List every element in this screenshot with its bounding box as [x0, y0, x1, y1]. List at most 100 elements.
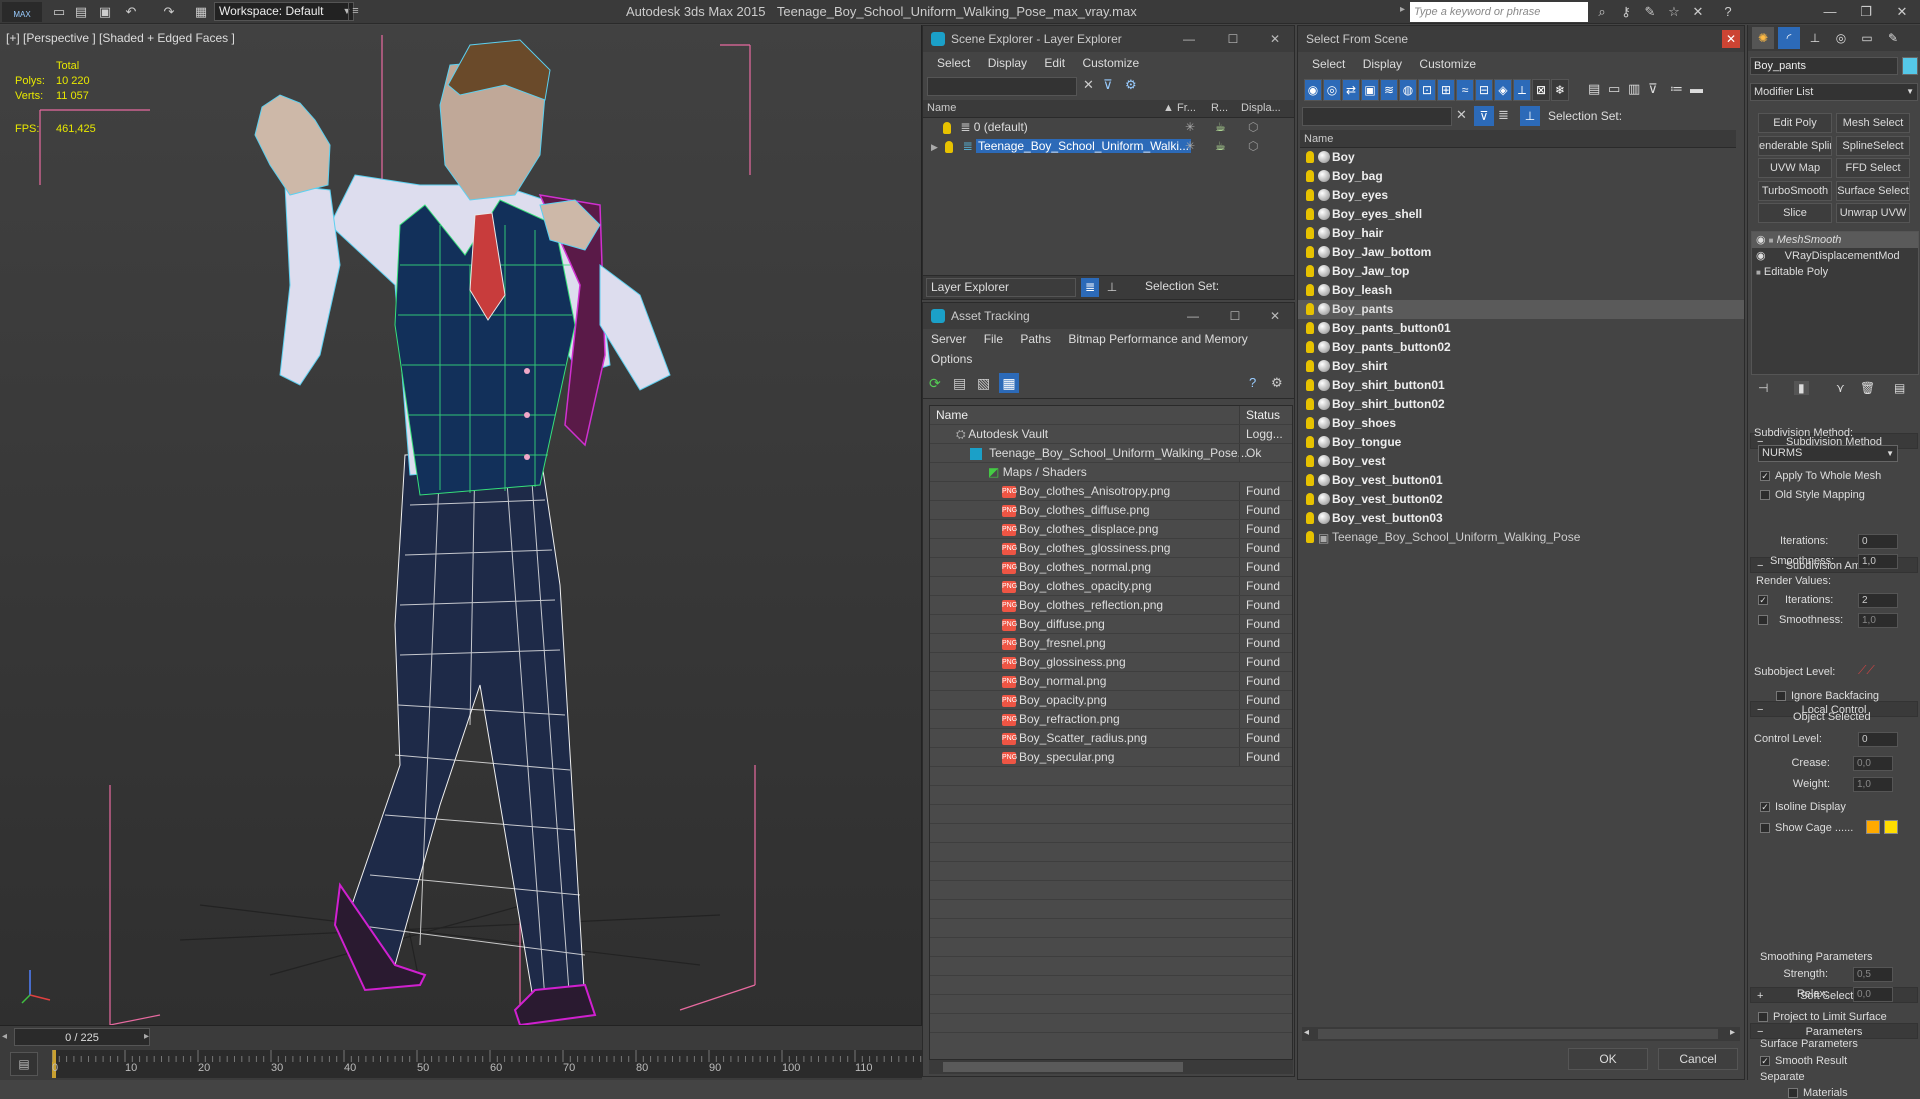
lightbulb-icon[interactable] [1306, 303, 1314, 315]
object-row[interactable]: Boy_vest_button02 [1298, 490, 1744, 509]
minimize-icon[interactable]: — [1812, 0, 1848, 24]
spacewarps-filter-icon[interactable]: ≈ [1456, 79, 1474, 101]
render-icon[interactable]: ☕ [1215, 137, 1226, 156]
geometry-filter-icon[interactable]: ▣ [1361, 79, 1379, 101]
asset-row[interactable]: PNG Boy_fresnel.png Found [930, 634, 1292, 653]
asset-row[interactable]: PNG Boy_clothes_diffuse.png Found [930, 501, 1292, 520]
lightbulb-icon[interactable] [1306, 360, 1314, 372]
lightbulb-icon[interactable] [1306, 531, 1314, 543]
chevron-right-icon[interactable]: ▸ [144, 1028, 154, 1046]
column-name[interactable]: Name [927, 102, 956, 114]
asset-row[interactable]: PNG Boy_clothes_Anisotropy.png Found [930, 482, 1292, 501]
invert-icon[interactable]: ⇄ [1342, 79, 1360, 101]
menu-select[interactable]: Select [937, 56, 970, 70]
layer-row[interactable]: ▶ ≣ Teenage_Boy_School_Uniform_Walki... … [923, 137, 1294, 156]
xrefs-filter-icon[interactable]: ◈ [1494, 79, 1512, 101]
modifier-button[interactable]: Edit Poly [1758, 113, 1832, 133]
save-file-icon[interactable]: ▣ [96, 3, 114, 21]
modifier-button[interactable]: Mesh Select [1836, 113, 1910, 133]
shapes-filter-icon[interactable]: ≋ [1380, 79, 1398, 101]
horizontal-scrollbar[interactable]: ◂ ▸ [1302, 1027, 1740, 1041]
checkbox-checked[interactable]: ✓ [1760, 802, 1770, 813]
menu-select[interactable]: Select [1312, 57, 1345, 71]
configure-modifier-icon[interactable]: ▤ [1894, 381, 1905, 395]
menu-customize[interactable]: Customize [1419, 57, 1476, 71]
close-x-icon[interactable]: ✕ [1688, 3, 1708, 21]
object-row[interactable]: Boy_pants_button01 [1298, 319, 1744, 338]
redo-icon[interactable]: ↷ [160, 3, 178, 21]
subobject-vertex-icon[interactable]: ⟋⟋ [1858, 663, 1875, 678]
isoline-display-checkbox[interactable]: ✓ Isoline Display [1760, 801, 1846, 813]
column-frozen[interactable]: Fr... [1177, 102, 1196, 114]
lightbulb-icon[interactable] [1306, 227, 1314, 239]
key-icon[interactable]: ⚷ [1616, 3, 1636, 21]
menu-display[interactable]: Display [1363, 57, 1402, 71]
lightbulb-icon[interactable] [1306, 284, 1314, 296]
modifier-button[interactable]: Surface Select [1836, 180, 1910, 201]
checkbox-unchecked[interactable] [1760, 823, 1770, 834]
layer-row[interactable]: ≣ 0 (default) ✳ ☕ ⬡ [923, 118, 1294, 137]
collapse-icon[interactable]: ▬ [1690, 81, 1703, 96]
modifier-button[interactable]: FFD Select [1836, 158, 1910, 178]
modifier-list-dropdown[interactable]: Modifier List ▼ [1750, 83, 1918, 101]
object-row[interactable]: Boy_eyes [1298, 186, 1744, 205]
object-row[interactable]: Boy_Jaw_bottom [1298, 243, 1744, 262]
checkbox-unchecked[interactable] [1758, 615, 1768, 626]
checkbox-unchecked[interactable] [1788, 1088, 1798, 1099]
object-row[interactable]: Boy_eyes_shell [1298, 205, 1744, 224]
undo-icon[interactable]: ↶ [122, 3, 140, 21]
object-row[interactable]: Boy_vest_button01 [1298, 471, 1744, 490]
lightbulb-icon[interactable] [1306, 189, 1314, 201]
menu-icon[interactable]: ≡ [348, 2, 362, 21]
lightbulb-icon[interactable] [1306, 379, 1314, 391]
help-icon[interactable]: ? [1249, 375, 1256, 390]
refresh-icon[interactable]: ⟳ [929, 375, 941, 392]
modifier-button[interactable]: Slice [1758, 203, 1832, 223]
object-row[interactable]: Boy_Jaw_top [1298, 262, 1744, 281]
close-icon[interactable]: ✕ [1722, 30, 1740, 48]
modifier-stack[interactable]: ◉ ■ MeshSmooth ◉ VRayDisplacementMod ■ E… [1751, 231, 1919, 375]
chevron-right-icon[interactable]: ▸ [1730, 1027, 1735, 1038]
lightbulb-icon[interactable] [1306, 436, 1314, 448]
bones-filter-icon[interactable]: ⟂ [1513, 79, 1531, 101]
restore-icon[interactable]: ☐ [1215, 303, 1255, 329]
restore-icon[interactable]: ☐ [1213, 26, 1253, 52]
control-level-spinner[interactable]: 0 [1858, 732, 1898, 747]
display-icon[interactable]: ⬡ [1248, 118, 1258, 137]
crease-spinner[interactable]: 0,0 [1853, 756, 1893, 771]
pin-stack-icon[interactable]: ⊣ [1758, 381, 1768, 395]
lightbulb-icon[interactable] [943, 121, 951, 134]
stack-item[interactable]: ■ Editable Poly [1752, 264, 1918, 280]
asset-row[interactable]: PNG Boy_refraction.png Found [930, 710, 1292, 729]
select-invert-icon[interactable]: ▥ [1628, 81, 1640, 97]
close-icon[interactable]: ✕ [1255, 303, 1295, 329]
column-name[interactable]: Name [930, 408, 968, 422]
chevron-right-icon[interactable]: ▸ [1400, 4, 1408, 20]
lightbulb-icon[interactable] [1306, 322, 1314, 334]
chevron-left-icon[interactable]: ◂ [2, 1028, 12, 1046]
object-row[interactable]: Boy_shirt [1298, 357, 1744, 376]
object-row[interactable]: Boy_bag [1298, 167, 1744, 186]
remove-modifier-icon[interactable]: 🗑 [1860, 381, 1875, 395]
checkbox-unchecked[interactable] [1776, 691, 1786, 702]
layers-icon[interactable]: ≣ [1498, 107, 1509, 123]
scene-explorer-titlebar[interactable]: Scene Explorer - Layer Explorer — ☐ ✕ [923, 26, 1294, 52]
ok-button[interactable]: OK [1568, 1048, 1648, 1070]
display-all-icon[interactable]: ◉ [1304, 79, 1322, 101]
viewport-scene[interactable] [0, 25, 922, 1025]
select-none-icon[interactable]: ▭ [1608, 81, 1620, 97]
display-none-icon[interactable]: ◎ [1323, 79, 1341, 101]
column-display[interactable]: Displa... [1241, 102, 1281, 114]
hierarchy-tab-icon[interactable]: ⊥ [1804, 27, 1826, 49]
render-iterations-spinner[interactable]: 2 [1858, 593, 1898, 608]
lightbulb-icon[interactable] [1306, 151, 1314, 163]
utilities-tab-icon[interactable]: ✎ [1882, 27, 1904, 49]
clear-icon[interactable]: ✕ [1456, 107, 1467, 123]
column-status[interactable]: Status [1239, 406, 1292, 424]
hierarchy-icon[interactable]: ⊥ [1520, 106, 1540, 126]
checkbox-checked[interactable]: ✓ [1758, 595, 1768, 606]
minimize-icon[interactable]: — [1173, 303, 1213, 329]
lightbulb-icon[interactable] [1306, 246, 1314, 258]
menu-server[interactable]: Server [931, 332, 966, 346]
eye-icon[interactable]: ◉ [1756, 234, 1766, 246]
